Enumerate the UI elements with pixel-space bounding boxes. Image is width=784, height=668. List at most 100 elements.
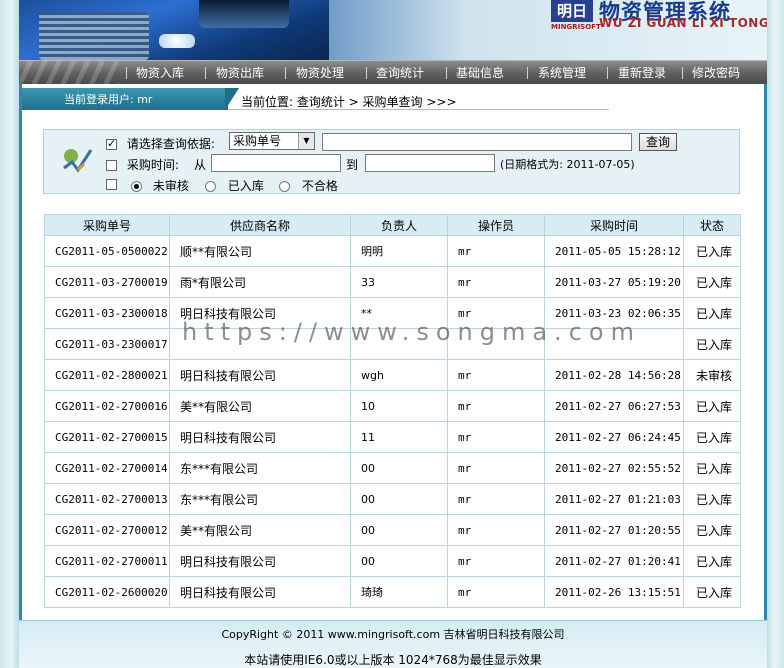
to-label: 到 bbox=[346, 158, 359, 172]
cell-status: 已入库 bbox=[684, 422, 740, 452]
footer-copyright: CopyRight © 2011 www.mingrisoft.com 吉林省明… bbox=[221, 628, 565, 641]
cell-manager: 琦琦 bbox=[351, 577, 447, 607]
menu-item-stock-in[interactable]: 物资入库 bbox=[136, 61, 184, 85]
cell-status: 已入库 bbox=[684, 453, 740, 483]
query-row-date: 采购时间: bbox=[106, 156, 179, 173]
cell-purchase-time: 2011-02-27 01:20:41 bbox=[545, 546, 683, 576]
cell-order-no: CG2011-02-2700016 bbox=[45, 391, 169, 421]
date-to-input[interactable] bbox=[365, 154, 495, 172]
menu-item-stock-out[interactable]: 物资出库 bbox=[216, 61, 264, 85]
cell-supplier: 明日科技有限公司 bbox=[170, 546, 350, 576]
col-header-supplier: 供应商名称 bbox=[170, 215, 350, 235]
purchase-order-table: 采购单号 供应商名称 负责人 操作员 采购时间 状态 CG2011-05-050… bbox=[44, 214, 741, 608]
criteria-select[interactable]: 采购单号 ▼ bbox=[229, 132, 315, 150]
menu-item-system-admin[interactable]: 系统管理 bbox=[538, 61, 586, 85]
radio-unchecked[interactable] bbox=[131, 181, 142, 192]
main-menu: 物资入库 物资出库 物资处理 查询统计 基础信息 系统管理 重新登录 修改密码 bbox=[19, 60, 767, 85]
menu-item-basic-info[interactable]: 基础信息 bbox=[456, 61, 504, 85]
table-row[interactable]: CG2011-02-2700011 明日科技有限公司 00 mr 2011-02-27 … bbox=[45, 546, 740, 576]
cell-order-no: CG2011-02-2600020 bbox=[45, 577, 169, 607]
menu-item-relogin[interactable]: 重新登录 bbox=[618, 61, 666, 85]
menu-separator bbox=[682, 67, 683, 79]
cell-operator: mr bbox=[448, 577, 544, 607]
cell-supplier: 明日科技有限公司 bbox=[170, 422, 350, 452]
cell-purchase-time: 2011-05-05 15:28:12 bbox=[545, 236, 683, 266]
current-user-label: 当前登录用户: mr bbox=[64, 93, 153, 106]
table-row[interactable]: CG2011-02-2700015 明日科技有限公司 11 mr 2011-02-27 … bbox=[45, 422, 740, 452]
table-row[interactable]: CG2011-02-2700014 东***有限公司 00 mr 2011-02-27 … bbox=[45, 453, 740, 483]
menu-decoration bbox=[19, 61, 119, 85]
cell-status: 已入库 bbox=[684, 515, 740, 545]
radio-rejected-label: 不合格 bbox=[301, 179, 338, 193]
cell-supplier: 明日科技有限公司 bbox=[170, 577, 350, 607]
cell-status: 已入库 bbox=[684, 298, 740, 328]
truck-window bbox=[199, 0, 289, 28]
table-row[interactable]: CG2011-02-2700016 美**有限公司 10 mr 2011-02-27 0… bbox=[45, 391, 740, 421]
cell-purchase-time: 2011-02-28 14:56:28 bbox=[545, 360, 683, 390]
watermark-text: https://www.songma.com bbox=[182, 318, 641, 346]
col-header-purchase-time: 采购时间 bbox=[545, 215, 683, 235]
cell-manager: 明明 bbox=[351, 236, 447, 266]
cell-supplier: 顺**有限公司 bbox=[170, 236, 350, 266]
radio-rejected-option[interactable]: 不合格 bbox=[279, 177, 338, 194]
cell-operator: mr bbox=[448, 515, 544, 545]
cell-order-no: CG2011-02-2700013 bbox=[45, 484, 169, 514]
table-row[interactable]: CG2011-02-2700013 东***有限公司 00 mr 2011-02-27 … bbox=[45, 484, 740, 514]
cell-operator: mr bbox=[448, 267, 544, 297]
cell-purchase-time: 2011-03-27 05:19:20 bbox=[545, 267, 683, 297]
menu-separator bbox=[527, 67, 528, 79]
menu-item-change-password[interactable]: 修改密码 bbox=[692, 61, 740, 85]
criteria-checkbox[interactable] bbox=[106, 137, 117, 150]
menu-item-query-stats[interactable]: 查询统计 bbox=[376, 61, 424, 85]
status-checkbox[interactable] bbox=[106, 179, 117, 190]
cell-order-no: CG2011-03-2700019 bbox=[45, 267, 169, 297]
from-label: 从 bbox=[194, 158, 207, 172]
radio-stocked-option[interactable]: 已入库 bbox=[205, 177, 264, 194]
cell-supplier: 明日科技有限公司 bbox=[170, 360, 350, 390]
page-frame: 明日 MINGRISOFT 物资管理系统 WU ZI GUAN LI XI TO… bbox=[0, 0, 784, 668]
search-input[interactable] bbox=[322, 133, 632, 151]
info-bar: 当前登录用户: mr 当前位置: 查询统计 > 采购单查询 >>> bbox=[19, 88, 767, 110]
menu-separator bbox=[366, 67, 367, 79]
breadcrumb: 当前位置: 查询统计 > 采购单查询 >>> bbox=[241, 95, 457, 109]
cell-status: 未审核 bbox=[684, 360, 740, 390]
cell-supplier: 美**有限公司 bbox=[170, 391, 350, 421]
cell-status: 已入库 bbox=[684, 236, 740, 266]
table-row[interactable]: CG2011-05-0500022 顺**有限公司 明明 mr 2011-05-05 1… bbox=[45, 236, 740, 266]
table-row[interactable]: CG2011-02-2600020 明日科技有限公司 琦琦 mr 2011-02-26 … bbox=[45, 577, 740, 607]
cell-manager: 00 bbox=[351, 546, 447, 576]
purchase-table-wrap: 采购单号 供应商名称 负责人 操作员 采购时间 状态 CG2011-05-050… bbox=[44, 214, 741, 608]
date-label: 采购时间: bbox=[126, 158, 179, 172]
radio-unchecked-option[interactable]: 未审核 bbox=[131, 177, 189, 194]
cell-purchase-time: 2011-02-27 02:55:52 bbox=[545, 453, 683, 483]
footer-browser-note: 本站请使用IE6.0或以上版本 1024*768为最佳显示效果 bbox=[244, 653, 542, 667]
criteria-select-value: 采购单号 bbox=[233, 134, 282, 148]
table-row[interactable]: CG2011-02-2800021 明日科技有限公司 wgh mr 2011-02-28… bbox=[45, 360, 740, 390]
menu-separator bbox=[126, 67, 127, 79]
date-from-input[interactable] bbox=[211, 154, 341, 172]
cell-order-no: CG2011-02-2700011 bbox=[45, 546, 169, 576]
footer: CopyRight © 2011 www.mingrisoft.com 吉林省明… bbox=[19, 620, 767, 668]
right-border bbox=[767, 0, 784, 668]
menu-separator bbox=[205, 67, 206, 79]
date-checkbox[interactable] bbox=[106, 160, 117, 171]
menu-item-processing[interactable]: 物资处理 bbox=[296, 61, 344, 85]
cell-supplier: 东***有限公司 bbox=[170, 453, 350, 483]
cell-operator: mr bbox=[448, 391, 544, 421]
criteria-label: 请选择查询依据: bbox=[126, 137, 215, 151]
current-user-bar: 当前登录用户: mr bbox=[22, 88, 228, 110]
cell-order-no: CG2011-05-0500022 bbox=[45, 236, 169, 266]
system-title-en: WU ZI GUAN LI XI TONG bbox=[599, 16, 767, 30]
radio-stocked[interactable] bbox=[205, 181, 216, 192]
cell-manager: 00 bbox=[351, 484, 447, 514]
col-header-order-no: 采购单号 bbox=[45, 215, 169, 235]
cell-status: 已入库 bbox=[684, 329, 740, 359]
table-row[interactable]: CG2011-02-2700012 美**有限公司 00 mr 2011-02-27 0… bbox=[45, 515, 740, 545]
cell-supplier: 雨*有限公司 bbox=[170, 267, 350, 297]
cell-operator: mr bbox=[448, 360, 544, 390]
col-header-operator: 操作员 bbox=[448, 215, 544, 235]
query-button[interactable]: 查询 bbox=[639, 133, 677, 151]
menu-separator bbox=[607, 67, 608, 79]
table-row[interactable]: CG2011-03-2700019 雨*有限公司 33 mr 2011-03-27 05… bbox=[45, 267, 740, 297]
radio-rejected[interactable] bbox=[279, 181, 290, 192]
